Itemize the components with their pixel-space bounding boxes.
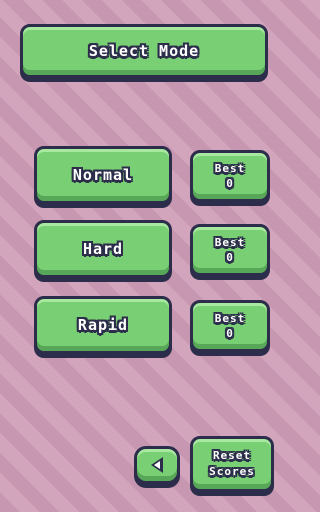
normal-best-label: Best [214, 162, 246, 175]
normal-best-score: Best 0 [190, 150, 270, 202]
rapid-best-value: 0 [226, 327, 234, 340]
hard-best-score: Best 0 [190, 224, 270, 276]
back-arrow-icon [151, 457, 163, 473]
reset-scores-line2: Scores [209, 465, 255, 478]
hard-mode-label: Hard [82, 240, 124, 258]
reset-scores-line1: Reset [212, 449, 252, 462]
back-button[interactable] [134, 446, 180, 484]
reset-scores-button[interactable]: Reset Scores [190, 436, 274, 492]
rapid-best-label: Best [214, 312, 246, 325]
rapid-mode-label: Rapid [77, 316, 129, 334]
rapid-best-score: Best 0 [190, 300, 270, 352]
select-mode-title-text: Select Mode [88, 42, 200, 60]
rapid-mode-button[interactable]: Rapid [34, 296, 172, 354]
select-mode-title: Select Mode [20, 24, 268, 78]
hard-mode-button[interactable]: Hard [34, 220, 172, 278]
normal-mode-label: Normal [72, 166, 134, 184]
hard-best-label: Best [214, 236, 246, 249]
normal-best-value: 0 [226, 177, 234, 190]
normal-mode-button[interactable]: Normal [34, 146, 172, 204]
hard-best-value: 0 [226, 251, 234, 264]
